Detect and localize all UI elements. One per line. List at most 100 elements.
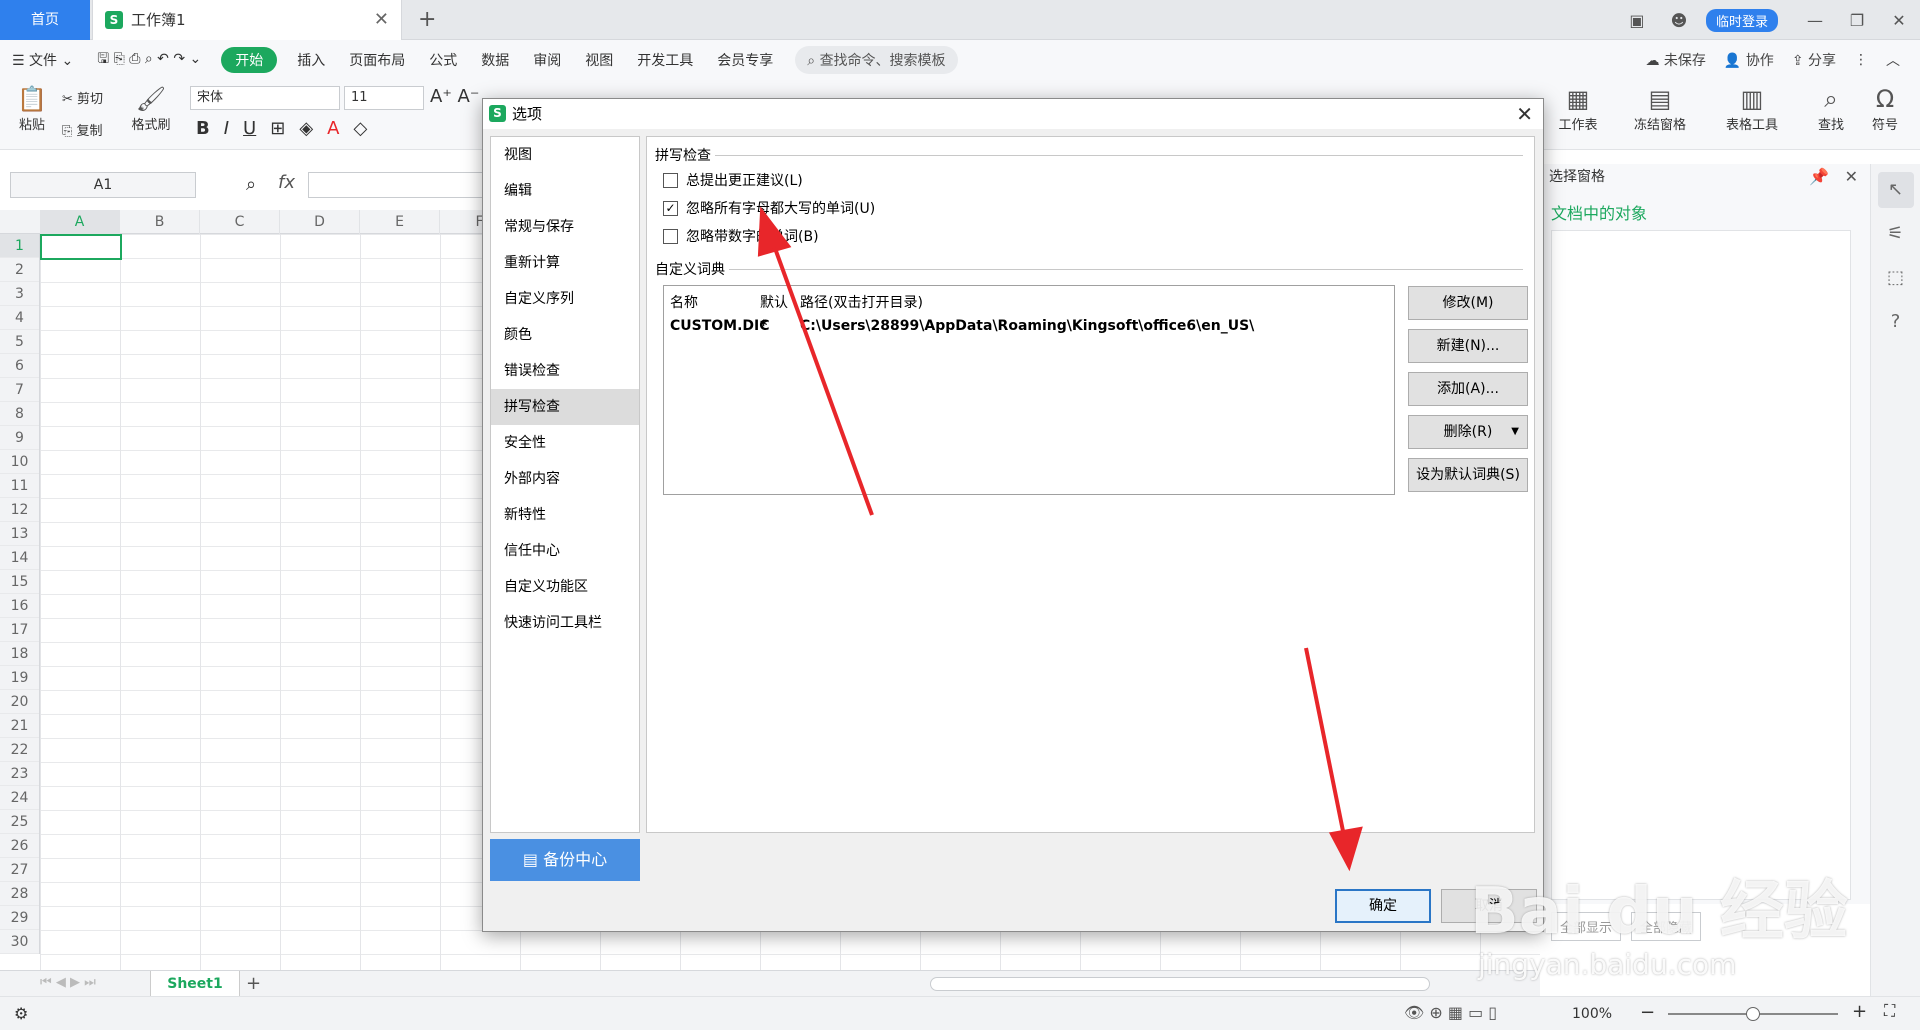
nav-item-custom-lists[interactable]: 自定义序列 [491, 281, 639, 317]
ignore-uppercase-option[interactable]: ✓ 忽略所有字母都大写的单词(U) [663, 198, 875, 218]
fx-icon[interactable]: fx [278, 172, 295, 193]
row-header[interactable]: 11 [0, 474, 39, 498]
checkbox[interactable] [663, 172, 678, 188]
nav-item-view[interactable]: 视图 [491, 137, 639, 173]
command-search[interactable]: ⌕ 查找命令、搜索模板 [795, 46, 958, 74]
row-header[interactable]: 25 [0, 810, 39, 834]
unsaved-button[interactable]: ☁ 未保存 [1645, 50, 1705, 70]
worksheet-button[interactable]: ▦ 工作表 [1548, 84, 1608, 133]
objects-list[interactable] [1551, 230, 1851, 900]
selected-cell[interactable] [40, 234, 122, 260]
nav-item-new-features[interactable]: 新特性 [491, 497, 639, 533]
find-button[interactable]: ⌕ 查找 [1806, 84, 1856, 133]
column-header[interactable]: B [120, 210, 200, 234]
restore-icon[interactable]: ❐ [1836, 11, 1878, 30]
menu-review[interactable]: 审阅 [521, 50, 573, 70]
menu-data[interactable]: 数据 [469, 50, 521, 70]
bold-icon[interactable]: B [196, 118, 210, 139]
menu-view[interactable]: 视图 [573, 50, 625, 70]
help-icon[interactable]: ? [1878, 304, 1914, 340]
row-header[interactable]: 19 [0, 666, 39, 690]
set-default-dict-button[interactable]: 设为默认词典(S) [1408, 458, 1528, 492]
row-header[interactable]: 6 [0, 354, 39, 378]
row-header[interactable]: 24 [0, 786, 39, 810]
pin-icon[interactable]: 📌 [1809, 167, 1829, 186]
row-header[interactable]: 2 [0, 258, 39, 282]
menu-member[interactable]: 会员专享 [705, 50, 785, 70]
close-tab-icon[interactable]: ✕ [374, 0, 389, 40]
row-header[interactable]: 16 [0, 594, 39, 618]
menu-developer[interactable]: 开发工具 [625, 50, 705, 70]
row-header[interactable]: 8 [0, 402, 39, 426]
column-header[interactable]: D [280, 210, 360, 234]
nav-item-error-check[interactable]: 错误检查 [491, 353, 639, 389]
workbook-tab[interactable]: S 工作簿1 ✕ [92, 0, 402, 40]
adjust-icon[interactable]: ⚟ [1878, 216, 1914, 252]
new-button[interactable]: 新建(N)... [1408, 329, 1528, 363]
fill-icon[interactable]: ◈ [299, 118, 313, 139]
view-mode-icons[interactable]: 👁 ⊕ ▦ ▭ ▯ [1404, 1003, 1497, 1022]
dict-default-cell[interactable]: * [760, 318, 767, 334]
dropdown-caret-icon[interactable]: ▼ [1511, 416, 1519, 448]
underline-icon[interactable]: U [243, 118, 256, 139]
name-box[interactable]: A1 [10, 172, 196, 198]
grow-font-icon[interactable]: A⁺ A⁻ [430, 86, 479, 107]
row-header[interactable]: 4 [0, 306, 39, 330]
cursor-icon[interactable]: ↖ [1877, 172, 1914, 208]
paste-button[interactable]: 📋 粘贴 [10, 84, 54, 133]
row-header[interactable]: 23 [0, 762, 39, 786]
home-tab[interactable]: 首页 [0, 0, 90, 40]
fullscreen-icon[interactable]: ⛶ [1884, 1001, 1895, 1021]
border-icon[interactable]: ⊞ [270, 118, 285, 139]
zoom-level[interactable]: 100% [1572, 997, 1612, 1030]
menu-formula[interactable]: 公式 [417, 50, 469, 70]
zoom-out-icon[interactable]: − [1640, 1002, 1655, 1023]
column-header[interactable]: A [40, 210, 120, 234]
login-button[interactable]: 临时登录 [1705, 8, 1778, 32]
add-sheet-button[interactable]: + [246, 971, 261, 997]
modify-button[interactable]: 修改(M) [1408, 286, 1528, 320]
always-suggest-option[interactable]: 总提出更正建议(L) [663, 170, 803, 190]
row-header[interactable]: 17 [0, 618, 39, 642]
font-color-icon[interactable]: A [327, 118, 339, 139]
zoom-slider-knob[interactable] [1746, 1007, 1760, 1021]
nav-item-trust-center[interactable]: 信任中心 [491, 533, 639, 569]
row-header[interactable]: 26 [0, 834, 39, 858]
font-size-select[interactable]: 11 [344, 86, 424, 110]
row-header[interactable]: 22 [0, 738, 39, 762]
symbol-button[interactable]: Ω 符号 [1860, 84, 1910, 133]
zoom-in-icon[interactable]: + [1852, 1001, 1867, 1022]
eraser-icon[interactable]: ◇ [354, 118, 368, 139]
dictionary-table[interactable]: 名称 默认 路径(双击打开目录) CUSTOM.DIC * C:\Users\2… [663, 285, 1395, 495]
selection-pane-title[interactable]: 选择窗格 [1549, 164, 1605, 190]
row-header[interactable]: 14 [0, 546, 39, 570]
dict-name-cell[interactable]: CUSTOM.DIC [670, 318, 770, 334]
nav-item-security[interactable]: 安全性 [491, 425, 639, 461]
close-window-icon[interactable]: ✕ [1878, 11, 1920, 30]
column-header[interactable]: C [200, 210, 280, 234]
file-menu[interactable]: ☰ 文件 ⌄ [0, 50, 85, 70]
row-header[interactable]: 28 [0, 882, 39, 906]
nav-item-general-save[interactable]: 常规与保存 [491, 209, 639, 245]
row-header[interactable]: 29 [0, 906, 39, 930]
nav-item-color[interactable]: 颜色 [491, 317, 639, 353]
nav-item-spell-check[interactable]: 拼写检查 [491, 389, 639, 425]
collab-button[interactable]: 👤 协作 [1724, 50, 1774, 70]
page-count-icon[interactable]: ▣ [1616, 11, 1658, 30]
add-button[interactable]: 添加(A)... [1408, 372, 1528, 406]
cut-button[interactable]: ✂ 剪切 [62, 88, 103, 107]
menu-page-layout[interactable]: 页面布局 [337, 50, 417, 70]
dict-path-cell[interactable]: C:\Users\28899\AppData\Roaming\Kingsoft\… [800, 318, 1254, 334]
more-icon[interactable]: ⋮ [1854, 52, 1868, 68]
row-header[interactable]: 7 [0, 378, 39, 402]
macro-icon[interactable]: ⚙ [14, 1004, 28, 1023]
row-header[interactable]: 18 [0, 642, 39, 666]
freeze-button[interactable]: ▤ 冻结窗格 [1622, 84, 1698, 133]
share-button[interactable]: ⇪ 分享 [1792, 50, 1836, 70]
minimize-icon[interactable]: — [1794, 11, 1836, 30]
row-header[interactable]: 3 [0, 282, 39, 306]
ignore-numbers-option[interactable]: 忽略带数字的单词(B) [663, 226, 819, 246]
nav-item-recalc[interactable]: 重新计算 [491, 245, 639, 281]
sheet-nav-icons[interactable]: ⏮ ◀ ▶ ⏭ [40, 975, 96, 990]
row-header[interactable]: 13 [0, 522, 39, 546]
